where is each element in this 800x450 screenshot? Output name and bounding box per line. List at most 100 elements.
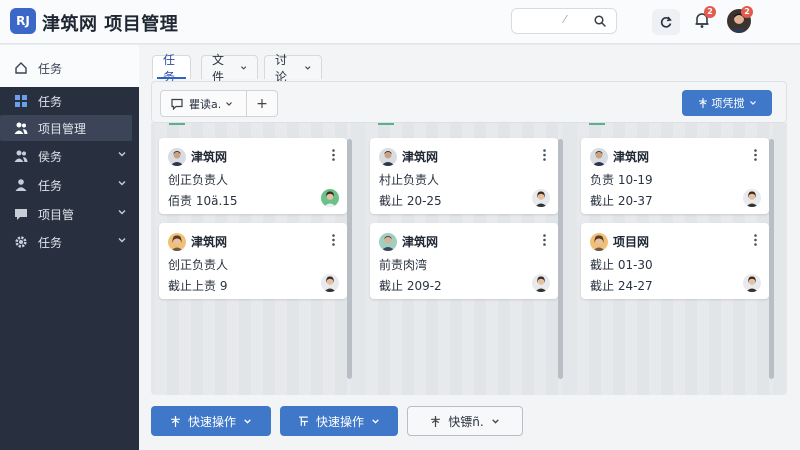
sidebar-item-label: 任务	[38, 178, 63, 193]
search-placeholder: ⁄	[564, 13, 566, 26]
tab-label: 文件	[212, 52, 225, 84]
task-card[interactable]: 津筑网 创正负责人 截止上责 9	[159, 223, 347, 299]
card-title: 津筑网	[191, 235, 228, 249]
add-button[interactable]: +	[247, 96, 277, 112]
kanban-column: 津筑网 负责 10-19 截止 20-37 项目网 截止 01-30 截止 24…	[577, 123, 774, 395]
primary-action-button[interactable]: 项凭搅	[682, 90, 772, 116]
kanban-column: 津筑网 创正负责人 佰责 10ä.15 津筑网 创正负责人 截止上责 9	[155, 123, 352, 395]
tab-files[interactable]: 文件	[201, 53, 258, 84]
top-bar: RJ 津筑网 项目管理 ⁄ 2 2	[0, 0, 800, 44]
assignee-avatar	[321, 189, 339, 207]
primary-action-label: 项凭搅	[711, 97, 745, 110]
sidebar-item-service[interactable]: 侯务	[0, 143, 139, 169]
users-icon	[14, 121, 28, 135]
card-assignee: 创正负责人	[168, 258, 229, 272]
quick-action-button-1[interactable]: 快速操作	[151, 406, 271, 436]
chevron-down-icon	[118, 181, 126, 186]
message-icon	[14, 207, 28, 221]
column-marker	[169, 123, 185, 125]
more-icon[interactable]	[754, 149, 757, 161]
user-icon	[14, 178, 28, 192]
card-due: 佰责 10ä.15	[168, 194, 238, 208]
card-avatar	[379, 148, 397, 166]
card-assignee: 村止负责人	[379, 173, 440, 187]
split-icon	[171, 415, 180, 427]
filter-label: 瞿读a.	[189, 97, 222, 111]
task-card[interactable]: 津筑网 负责 10-19 截止 20-37	[581, 138, 769, 214]
column-marker	[589, 123, 605, 125]
main-content: 任务 文件 讨论 瞿读a. + 项凭搅 津筑网 创正负责人 佰责 10ä.15 …	[139, 45, 800, 450]
card-title: 津筑网	[402, 150, 439, 164]
card-assignee: 创正负责人	[168, 173, 229, 187]
chevron-down-icon	[118, 238, 126, 243]
kanban-column: 津筑网 村止负责人 截止 20-25 津筑网 前责肉湾 截止 209-2	[366, 123, 563, 395]
task-card[interactable]: 津筑网 前责肉湾 截止 209-2	[370, 223, 558, 299]
chevron-down-icon	[226, 101, 233, 106]
card-due: 截止 209-2	[379, 279, 442, 293]
card-avatar	[590, 148, 608, 166]
users-icon	[14, 149, 28, 163]
more-icon[interactable]	[543, 149, 546, 161]
assignee-avatar	[743, 274, 761, 292]
column-marker	[378, 123, 394, 125]
refresh-button[interactable]	[652, 9, 680, 35]
sidebar-item-dashboard[interactable]: 任务	[0, 88, 139, 114]
column-scrollbar[interactable]	[769, 139, 774, 379]
quick-action-button-2[interactable]: 快速操作	[280, 406, 398, 436]
chevron-down-icon	[118, 152, 126, 157]
layout-icon	[299, 415, 308, 426]
card-title: 津筑网	[191, 150, 228, 164]
app-logo: RJ	[10, 8, 36, 34]
toolbar: 瞿读a. + 项凭搅	[151, 81, 787, 123]
sidebar-item-label: 任务	[38, 235, 63, 250]
sidebar-item-label: 项目管理	[38, 121, 87, 136]
kanban-board: 津筑网 创正负责人 佰责 10ä.15 津筑网 创正负责人 截止上责 9 津筑网	[151, 123, 787, 395]
chevron-down-icon	[304, 65, 310, 70]
task-card[interactable]: 津筑网 创正负责人 佰责 10ä.15	[159, 138, 347, 214]
tab-discussion[interactable]: 讨论	[264, 53, 322, 84]
column-scrollbar[interactable]	[347, 139, 352, 379]
filter-dropdown[interactable]: 瞿读a.	[161, 91, 247, 116]
refresh-icon	[660, 16, 672, 28]
card-due: 截止 20-37	[590, 194, 653, 208]
card-due: 截止 20-25	[379, 194, 442, 208]
sidebar-item-project-management[interactable]: 项目管理	[0, 115, 132, 141]
card-avatar	[590, 233, 608, 251]
card-assignee: 负责 10-19	[590, 173, 653, 187]
card-avatar	[168, 233, 186, 251]
search-icon[interactable]	[594, 15, 606, 27]
filter-group: 瞿读a. +	[160, 90, 278, 117]
home-icon	[14, 61, 28, 75]
gear-icon	[14, 235, 28, 249]
sidebar-item-tasks[interactable]: 任务	[0, 172, 139, 198]
more-icon[interactable]	[543, 234, 546, 246]
chevron-down-icon	[240, 65, 247, 70]
sidebar-item-settings[interactable]: 任务	[0, 229, 139, 255]
sidebar-item-home[interactable]: 任务	[0, 55, 139, 81]
sidebar-item-label: 项目管	[38, 207, 75, 222]
app-title: 津筑网 项目管理	[42, 14, 179, 35]
task-card[interactable]: 津筑网 村止负责人 截止 20-25	[370, 138, 558, 214]
column-scrollbar[interactable]	[558, 139, 563, 379]
chevron-down-icon	[118, 210, 126, 215]
card-title: 项目网	[613, 235, 650, 249]
sidebar-item-projects[interactable]: 项目管	[0, 201, 139, 227]
card-assignee: 截止 01-30	[590, 258, 653, 272]
card-avatar	[379, 233, 397, 251]
avatar-badge: 2	[741, 6, 753, 18]
assignee-avatar	[532, 189, 550, 207]
more-icon[interactable]	[754, 234, 757, 246]
comment-icon	[171, 98, 183, 110]
quick-action-label: 快速操作	[315, 414, 364, 429]
tab-tasks[interactable]: 任务	[152, 53, 191, 84]
more-icon[interactable]	[332, 234, 335, 246]
task-card[interactable]: 项目网 截止 01-30 截止 24-27	[581, 223, 769, 299]
assignee-avatar	[743, 189, 761, 207]
card-due: 截止 24-27	[590, 279, 653, 293]
search-box[interactable]: ⁄	[511, 8, 617, 34]
dashboard-icon	[14, 94, 28, 108]
quick-action-label: 快镖ñ.	[448, 414, 484, 429]
more-icon[interactable]	[332, 149, 335, 161]
sidebar-item-label: 任务	[38, 94, 63, 109]
quick-action-button-3[interactable]: 快镖ñ.	[407, 406, 523, 436]
